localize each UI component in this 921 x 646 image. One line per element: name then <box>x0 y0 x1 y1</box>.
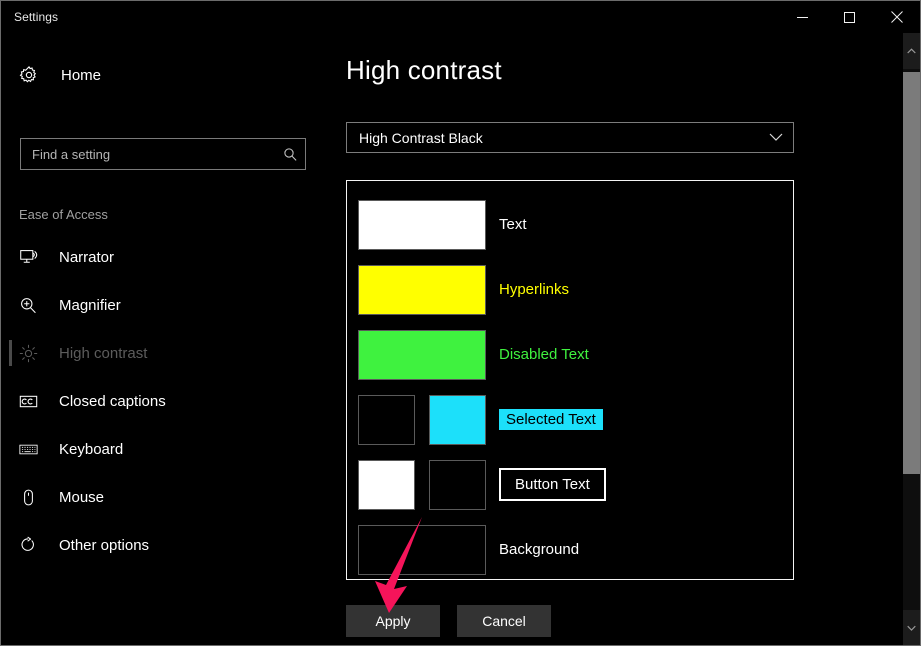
sidebar-item-high-contrast[interactable]: High contrast <box>1 329 331 377</box>
vertical-scrollbar[interactable] <box>903 33 920 645</box>
sidebar-item-keyboard[interactable]: Keyboard <box>1 425 331 473</box>
sidebar-item-high-contrast-label: High contrast <box>59 344 148 362</box>
minimize-button[interactable] <box>779 1 826 33</box>
sidebar-item-magnifier-label: Magnifier <box>59 296 121 314</box>
theme-select-value: High Contrast Black <box>359 129 483 146</box>
maximize-button[interactable] <box>826 1 873 33</box>
swatch-button-text-fg[interactable] <box>358 459 415 510</box>
brightness-icon <box>19 344 45 363</box>
preview-row-background: Background <box>358 517 793 582</box>
sidebar-item-home[interactable]: Home <box>1 55 331 95</box>
window-title: Settings <box>14 10 59 24</box>
preview-label-hyperlinks: Hyperlinks <box>499 281 570 298</box>
other-options-icon <box>19 536 45 555</box>
magnifier-icon <box>19 296 45 315</box>
sidebar-item-other-options-label: Other options <box>59 536 150 554</box>
page-title: High contrast <box>346 55 502 85</box>
swatch-selected-text-fg[interactable] <box>429 394 486 445</box>
preview-row-disabled-text: Disabled Text <box>358 322 793 387</box>
search-icon <box>275 147 305 162</box>
swatch-button-text-bg[interactable] <box>429 459 486 510</box>
sidebar-item-home-label: Home <box>61 66 102 84</box>
close-button[interactable] <box>873 1 920 33</box>
preview-row-button-text: Button Text <box>358 452 793 517</box>
scrollbar-track[interactable] <box>903 69 920 610</box>
sidebar-item-closed-captions-label: Closed captions <box>59 392 166 410</box>
apply-button[interactable]: Apply <box>346 605 440 637</box>
scrollbar-thumb[interactable] <box>903 72 920 474</box>
sidebar-item-narrator[interactable]: Narrator <box>1 233 331 281</box>
sidebar-item-other-options[interactable]: Other options <box>1 521 331 569</box>
chevron-down-icon <box>759 133 793 142</box>
sidebar-item-mouse-label: Mouse <box>59 488 105 506</box>
swatch-background[interactable] <box>358 524 486 575</box>
settings-window: Settings Home Find a setting Ease of Acc… <box>0 0 921 646</box>
maximize-icon <box>844 11 855 23</box>
sidebar-item-magnifier[interactable]: Magnifier <box>1 281 331 329</box>
preview-label-disabled-text: Disabled Text <box>499 346 589 363</box>
sidebar-item-narrator-label: Narrator <box>59 248 115 266</box>
close-icon <box>890 11 903 23</box>
window-controls <box>779 1 920 33</box>
search-placeholder: Find a setting <box>32 146 111 162</box>
scrollbar-up-button[interactable] <box>903 33 920 69</box>
preview-label-button-text: Button Text <box>499 468 606 501</box>
swatch-selected-text-bg[interactable] <box>358 394 415 445</box>
sidebar: Home Find a setting Ease of Access Narra… <box>1 33 331 645</box>
search-input[interactable]: Find a setting <box>20 138 306 170</box>
scrollbar-down-button[interactable] <box>903 610 920 645</box>
preview-row-hyperlinks: Hyperlinks <box>358 257 793 322</box>
preview-label-selected-text: Selected Text <box>499 409 603 430</box>
preview-label-background: Background <box>499 541 580 558</box>
preview-row-text: Text <box>358 192 793 257</box>
preview-row-selected-text: Selected Text <box>358 387 793 452</box>
narrator-icon <box>19 248 45 267</box>
theme-preview-panel: Text Hyperlinks Disabled Text Selected T… <box>346 180 794 580</box>
gear-icon <box>19 65 49 85</box>
swatch-disabled-text[interactable] <box>358 329 486 380</box>
mouse-icon <box>19 488 45 507</box>
action-buttons: Apply Cancel <box>346 605 551 637</box>
chevron-down-icon <box>907 625 916 631</box>
content-pane: High contrast High Contrast Black Text H… <box>331 33 920 645</box>
swatch-hyperlinks[interactable] <box>358 264 486 315</box>
sidebar-nav-list: Narrator Magnifier High contrast Closed … <box>1 233 331 569</box>
sidebar-item-keyboard-label: Keyboard <box>59 440 124 458</box>
theme-select[interactable]: High Contrast Black <box>346 122 794 153</box>
sidebar-item-mouse[interactable]: Mouse <box>1 473 331 521</box>
keyboard-icon <box>19 440 45 459</box>
cancel-button[interactable]: Cancel <box>457 605 551 637</box>
chevron-up-icon <box>907 48 916 54</box>
title-bar: Settings <box>1 1 920 33</box>
closed-captions-icon <box>19 392 45 411</box>
preview-label-text: Text <box>499 216 527 233</box>
minimize-icon <box>797 16 808 18</box>
swatch-text[interactable] <box>358 199 486 250</box>
sidebar-item-closed-captions[interactable]: Closed captions <box>1 377 331 425</box>
sidebar-group-header: Ease of Access <box>19 207 108 222</box>
